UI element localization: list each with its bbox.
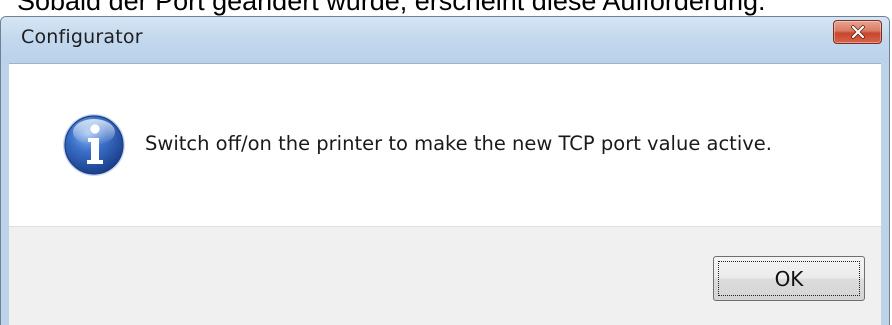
button-strip: OK xyxy=(9,226,881,325)
window-title: Configurator xyxy=(21,26,143,48)
close-button[interactable] xyxy=(833,20,882,44)
title-bar[interactable]: Configurator xyxy=(1,17,889,63)
close-icon xyxy=(850,25,865,39)
info-icon xyxy=(63,114,125,176)
configurator-dialog: Configurator Switch off/on the printer t… xyxy=(0,16,890,325)
ok-button[interactable]: OK xyxy=(713,256,865,301)
ok-button-label: OK xyxy=(774,266,804,291)
page: Sobald der Port geändert wurde, erschein… xyxy=(0,0,892,325)
caption-text: Sobald der Port geändert wurde, erschein… xyxy=(17,0,766,16)
message-text: Switch off/on the printer to make the ne… xyxy=(145,132,772,155)
message-area: Switch off/on the printer to make the ne… xyxy=(9,63,881,227)
